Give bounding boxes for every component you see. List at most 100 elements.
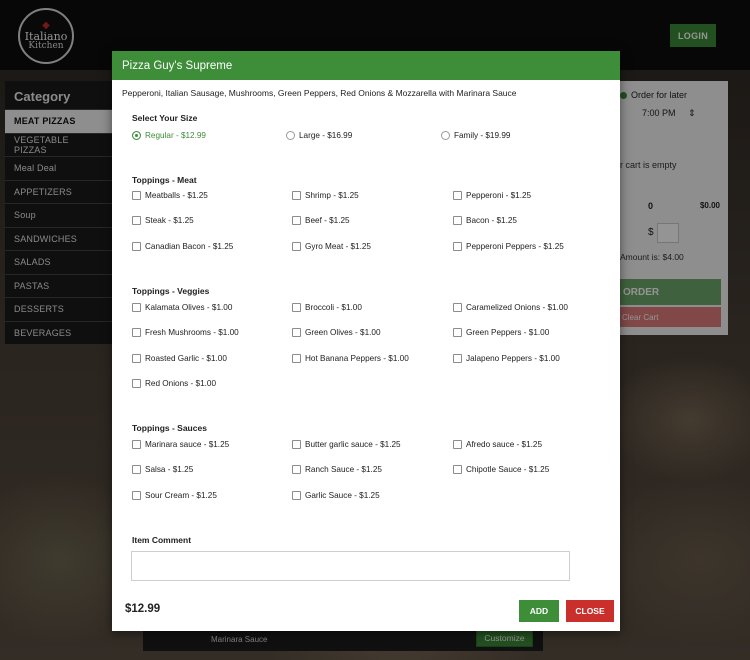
topping-label: Green Peppers - $1.00 [466,328,550,338]
close-button[interactable]: CLOSE [566,600,614,622]
topping-label: Ranch Sauce - $1.25 [305,465,382,475]
checkbox[interactable] [453,440,462,449]
topping-label: Chipotle Sauce - $1.25 [466,465,550,475]
checkbox[interactable] [132,490,141,500]
topping-label: Salsa - $1.25 [145,465,194,475]
topping-label: Hot Banana Peppers - $1.00 [305,353,409,363]
radio-button[interactable] [132,131,141,140]
topping-label: Marinara sauce - $1.25 [145,440,230,449]
topping-label: Kalamata Olives - $1.00 [145,303,233,312]
veggies-section-title: Toppings - Veggies [132,286,210,296]
topping-meatballs[interactable]: Meatballs - $1.25 [132,191,208,200]
item-comment-input[interactable] [131,551,570,581]
topping-shrimp[interactable]: Shrimp - $1.25 [292,191,359,200]
topping-green-peppers[interactable]: Green Peppers - $1.00 [453,328,550,338]
checkbox[interactable] [132,328,141,338]
topping-green-olives[interactable]: Green Olives - $1.00 [292,328,381,338]
checkbox[interactable] [292,303,301,312]
checkbox[interactable] [292,465,301,475]
topping-sour-cream[interactable]: Sour Cream - $1.25 [132,490,217,500]
topping-steak[interactable]: Steak - $1.25 [132,216,194,226]
checkbox[interactable] [292,353,301,363]
checkbox[interactable] [292,191,301,200]
checkbox[interactable] [292,328,301,338]
topping-label: Garlic Sauce - $1.25 [305,490,380,500]
topping-label: Steak - $1.25 [145,216,194,226]
topping-label: Broccoli - $1.00 [305,303,362,312]
topping-label: Gyro Meat - $1.25 [305,241,371,251]
checkbox[interactable] [132,191,141,200]
topping-label: Bacon - $1.25 [466,216,517,226]
topping-label: Green Olives - $1.00 [305,328,381,338]
size-option-regular[interactable]: Regular - $12.99 [132,131,206,140]
item-customize-modal: Pizza Guy's Supreme Pepperoni, Italian S… [112,51,620,631]
topping-label: Butter garlic sauce - $1.25 [305,440,401,449]
topping-pepperoni-peppers[interactable]: Pepperoni Peppers - $1.25 [453,241,564,251]
checkbox[interactable] [453,465,462,475]
topping-label: Red Onions - $1.00 [145,378,217,388]
topping-broccoli[interactable]: Broccoli - $1.00 [292,303,362,312]
checkbox[interactable] [453,216,462,226]
checkbox[interactable] [132,303,141,312]
topping-label: Shrimp - $1.25 [305,191,359,200]
checkbox[interactable] [292,440,301,449]
sauces-section-title: Toppings - Sauces [132,423,207,433]
topping-label: Jalapeno Peppers - $1.00 [466,353,560,363]
topping-label: Fresh Mushrooms - $1.00 [145,328,239,338]
topping-label: Canadian Bacon - $1.25 [145,241,234,251]
topping-marinara-sauce[interactable]: Marinara sauce - $1.25 [132,440,229,449]
topping-label: Caramelized Onions - $1.00 [466,303,568,312]
checkbox[interactable] [292,490,301,500]
topping-caramelized-onions[interactable]: Caramelized Onions - $1.00 [453,303,568,312]
item-price: $12.99 [125,603,161,615]
topping-beef[interactable]: Beef - $1.25 [292,216,350,226]
topping-canadian-bacon[interactable]: Canadian Bacon - $1.25 [132,241,234,251]
topping-hot-banana-peppers[interactable]: Hot Banana Peppers - $1.00 [292,353,409,363]
checkbox[interactable] [132,241,141,251]
size-option-label: Regular - $12.99 [145,131,206,140]
topping-salsa[interactable]: Salsa - $1.25 [132,465,194,475]
checkbox[interactable] [453,241,462,251]
item-description: Pepperoni, Italian Sausage, Mushrooms, G… [122,88,517,98]
topping-pepperoni[interactable]: Pepperoni - $1.25 [453,191,531,200]
checkbox[interactable] [292,241,301,251]
checkbox[interactable] [453,353,462,363]
checkbox[interactable] [453,303,462,312]
topping-red-onions[interactable]: Red Onions - $1.00 [132,378,217,388]
size-section-title: Select Your Size [132,113,198,123]
modal-title: Pizza Guy's Supreme [122,59,233,72]
topping-gyro-meat[interactable]: Gyro Meat - $1.25 [292,241,371,251]
checkbox[interactable] [453,328,462,338]
topping-label: Pepperoni Peppers - $1.25 [466,241,564,251]
checkbox[interactable] [132,216,141,226]
radio-button[interactable] [286,131,295,140]
radio-button[interactable] [441,131,450,140]
topping-chipotle-sauce[interactable]: Chipotle Sauce - $1.25 [453,465,550,475]
comment-section-title: Item Comment [132,535,192,545]
checkbox[interactable] [132,440,141,449]
topping-kalamata-olives[interactable]: Kalamata Olives - $1.00 [132,303,232,312]
add-button[interactable]: ADD [519,600,559,622]
size-option-label: Large - $16.99 [299,131,353,140]
size-option-label: Family - $19.99 [454,131,511,140]
checkbox[interactable] [453,191,462,200]
topping-label: Meatballs - $1.25 [145,191,208,200]
checkbox[interactable] [132,353,141,363]
topping-label: Sour Cream - $1.25 [145,490,217,500]
topping-bacon[interactable]: Bacon - $1.25 [453,216,517,226]
topping-jalapeno-peppers[interactable]: Jalapeno Peppers - $1.00 [453,353,560,363]
topping-butter-garlic-sauce[interactable]: Butter garlic sauce - $1.25 [292,440,401,449]
topping-label: Beef - $1.25 [305,216,350,226]
topping-label: Pepperoni - $1.25 [466,191,532,200]
topping-ranch-sauce[interactable]: Ranch Sauce - $1.25 [292,465,382,475]
topping-roasted-garlic[interactable]: Roasted Garlic - $1.00 [132,353,227,363]
checkbox[interactable] [292,216,301,226]
size-option-large[interactable]: Large - $16.99 [286,131,352,140]
checkbox[interactable] [132,378,141,388]
topping-fresh-mushrooms[interactable]: Fresh Mushrooms - $1.00 [132,328,239,338]
topping-afredo-sauce[interactable]: Afredo sauce - $1.25 [453,440,542,449]
topping-garlic-sauce[interactable]: Garlic Sauce - $1.25 [292,490,380,500]
meat-section-title: Toppings - Meat [132,175,197,185]
checkbox[interactable] [132,465,141,475]
size-option-family[interactable]: Family - $19.99 [441,131,510,140]
